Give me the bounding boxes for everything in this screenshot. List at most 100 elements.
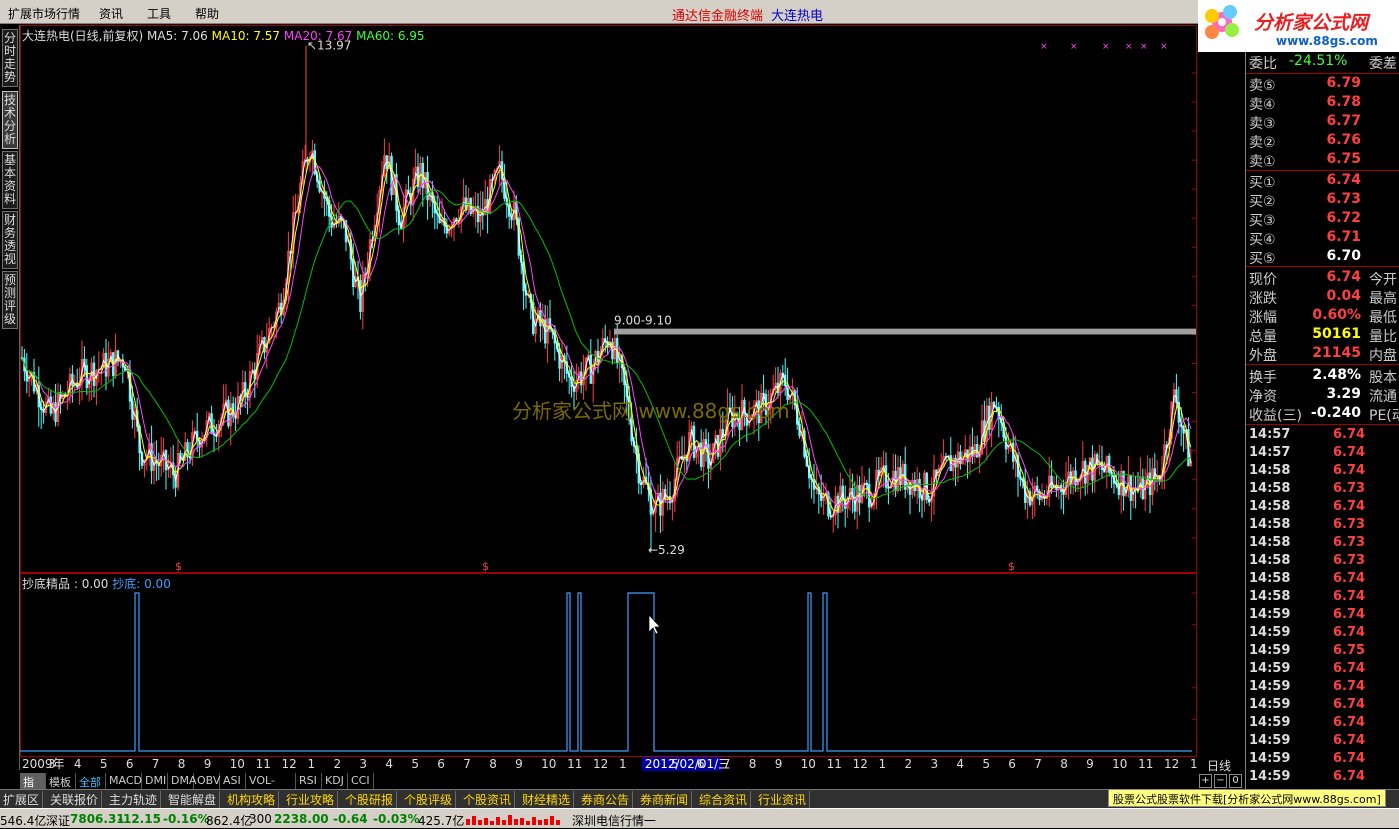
tick-time: 14:58 xyxy=(1249,589,1291,604)
zoom-out-icon[interactable]: − xyxy=(1214,774,1227,788)
indicator-tab[interactable]: VOL-TDX xyxy=(246,773,296,800)
link-tab[interactable]: 关联报价 xyxy=(47,791,103,808)
tick-row: 14:59 6.74 xyxy=(1249,661,1365,679)
stat-value: 0.60% xyxy=(1312,307,1361,323)
tick-time: 14:59 xyxy=(1249,625,1291,640)
time-tick-label: 7 xyxy=(723,757,731,771)
menu-help[interactable]: 帮助 xyxy=(195,5,219,22)
time-tick-label: 2012/02/01/三 xyxy=(645,757,730,771)
time-tick-label: 9 xyxy=(515,757,523,771)
link-tab[interactable]: 扩展区 xyxy=(0,791,44,808)
period-label[interactable]: 日线 xyxy=(1207,757,1231,774)
ma60-label: MA60: 6.95 xyxy=(356,29,425,43)
tab-technical[interactable]: 技术分析 xyxy=(2,91,18,149)
bid-row-label: 买② xyxy=(1249,194,1276,210)
time-tick-label: 1 xyxy=(619,757,627,771)
bid-row: 买⑤ 6.70 xyxy=(1249,248,1361,267)
tick-price: 6.73 xyxy=(1333,553,1366,568)
dividend-marker: $ xyxy=(482,560,489,573)
indicator-tab[interactable]: KDJ xyxy=(322,773,348,789)
menu-info[interactable]: 资讯 xyxy=(99,5,123,22)
tick-price: 6.74 xyxy=(1333,769,1366,784)
stock-chart-label: 大连热电(日线,前复权) xyxy=(22,29,144,43)
link-tab[interactable]: 券商公告 xyxy=(578,791,634,808)
time-tick-label: 10 xyxy=(230,757,245,771)
tab-financials[interactable]: 财务透视 xyxy=(2,211,18,269)
indicator-tab[interactable]: 全部 xyxy=(76,773,106,789)
indicator-tab[interactable]: DMI xyxy=(142,773,168,789)
event-marker: × xyxy=(1070,42,1078,52)
indicator-tabs: 指标模板全部MACDDMIDMAOBVASIVOL-TDXRSIKDJCCI xyxy=(20,773,1197,805)
link-tab[interactable]: 行业资讯 xyxy=(755,791,811,808)
bid-row: 买③ 6.72 xyxy=(1249,210,1361,229)
link-tab[interactable]: 行业攻略 xyxy=(283,791,339,808)
indicator-tab[interactable]: RSI xyxy=(296,773,322,789)
menu-tools[interactable]: 工具 xyxy=(147,5,171,22)
ad-banner[interactable]: 股票公式股票软件下载[分析家公式网www.88gs.com] xyxy=(1108,789,1386,807)
ask-row: 卖① 6.75 xyxy=(1249,151,1361,170)
link-tab[interactable]: 财经精选 xyxy=(519,791,575,808)
indicator-tab[interactable]: CCI xyxy=(348,773,374,789)
indicator-tab[interactable]: OBV xyxy=(194,773,220,789)
tick-row: 14:58 6.73 xyxy=(1249,553,1365,571)
tab-forecast[interactable]: 预测评级 xyxy=(2,271,18,329)
link-tab[interactable]: 个股资讯 xyxy=(460,791,516,808)
ask-row-value: 6.77 xyxy=(1326,113,1361,129)
time-tick-label: 1 xyxy=(879,757,887,771)
status-left-value: 546.4亿 xyxy=(0,814,47,828)
time-tick-label: 12 xyxy=(1164,757,1179,771)
tick-price: 6.74 xyxy=(1333,751,1366,766)
time-tick-label: 8 xyxy=(749,757,757,771)
bid-row-label: 买⑤ xyxy=(1249,251,1276,267)
tick-row: 14:59 6.74 xyxy=(1249,625,1365,643)
ma20-label: MA20: 7.67 xyxy=(283,29,353,43)
tick-row: 14:58 6.74 xyxy=(1249,571,1365,589)
sz-label: 深证 xyxy=(46,814,71,828)
tick-price: 6.73 xyxy=(1333,517,1366,532)
stat-extra-label: 今开 xyxy=(1369,272,1397,288)
tab-intraday[interactable]: 分时走势 xyxy=(2,29,18,87)
zoom-in-icon[interactable]: + xyxy=(1199,774,1212,788)
indicator-tab[interactable]: ASI xyxy=(220,773,246,789)
tick-row: 14:59 6.74 xyxy=(1249,751,1365,769)
link-tab[interactable]: 机构攻略 xyxy=(224,791,280,808)
tick-price: 6.74 xyxy=(1333,463,1366,478)
logo-url: www.88gs.com xyxy=(1276,34,1378,48)
link-tab[interactable]: 综合资讯 xyxy=(696,791,752,808)
tick-row: 14:59 6.74 xyxy=(1249,679,1365,697)
time-tick-label: 6 xyxy=(697,757,705,771)
bid-row-label: 买① xyxy=(1249,175,1276,191)
indicator-tab[interactable]: 指标 xyxy=(20,773,46,805)
time-tick-label: 3 xyxy=(48,757,56,771)
link-tab[interactable]: 个股研报 xyxy=(342,791,398,808)
time-tick-label: 4 xyxy=(385,757,393,771)
market-source[interactable]: 深圳电信行情一 xyxy=(572,812,656,829)
kline-chart[interactable]: 13.5013.0012.5012.0011.5011.0010.5010.00… xyxy=(20,25,1197,773)
tick-time: 14:59 xyxy=(1249,661,1291,676)
tick-price: 6.74 xyxy=(1333,607,1366,622)
time-tick-label: 10 xyxy=(1112,757,1127,771)
indicator-tab[interactable]: 模板 xyxy=(46,773,76,789)
tick-price: 6.73 xyxy=(1333,481,1366,496)
reset-button[interactable]: 0 xyxy=(1229,774,1242,788)
sz-amount: 862.4亿 xyxy=(206,814,253,828)
indicator-tab[interactable]: MACD xyxy=(106,773,142,789)
link-tab[interactable]: 券商新闻 xyxy=(637,791,693,808)
stat-extra-label: 最低 xyxy=(1369,310,1397,326)
indicator-tab[interactable]: DMA xyxy=(168,773,197,789)
menu-extended-market[interactable]: 扩展市场行情 xyxy=(8,5,80,22)
stat-label: 外盘 xyxy=(1249,348,1277,364)
sz-percent: -0.16% xyxy=(163,812,210,826)
tab-fundamentals[interactable]: 基本资料 xyxy=(2,151,18,209)
tick-row: 14:58 6.74 xyxy=(1249,499,1365,517)
tick-time: 14:58 xyxy=(1249,571,1291,586)
c300-change: -0.64 xyxy=(333,812,368,826)
link-tab[interactable]: 智能解盘 xyxy=(165,791,221,808)
link-tab[interactable]: 个股评级 xyxy=(401,791,457,808)
time-tick-label: 4 xyxy=(956,757,964,771)
ask-row-value: 6.75 xyxy=(1326,151,1361,167)
quote-panel: 委比 -24.51% 委差 卖⑤ 6.79 卖④ 6.78 卖③ 6.77 卖② 6.76 卖① 6.… xyxy=(1245,52,1399,792)
stat-row: 涨幅 0.60% 最低 xyxy=(1249,307,1397,326)
link-tab[interactable]: 主力轨迹 xyxy=(106,791,162,808)
period-control: 日线 + − 0 xyxy=(1197,757,1245,790)
